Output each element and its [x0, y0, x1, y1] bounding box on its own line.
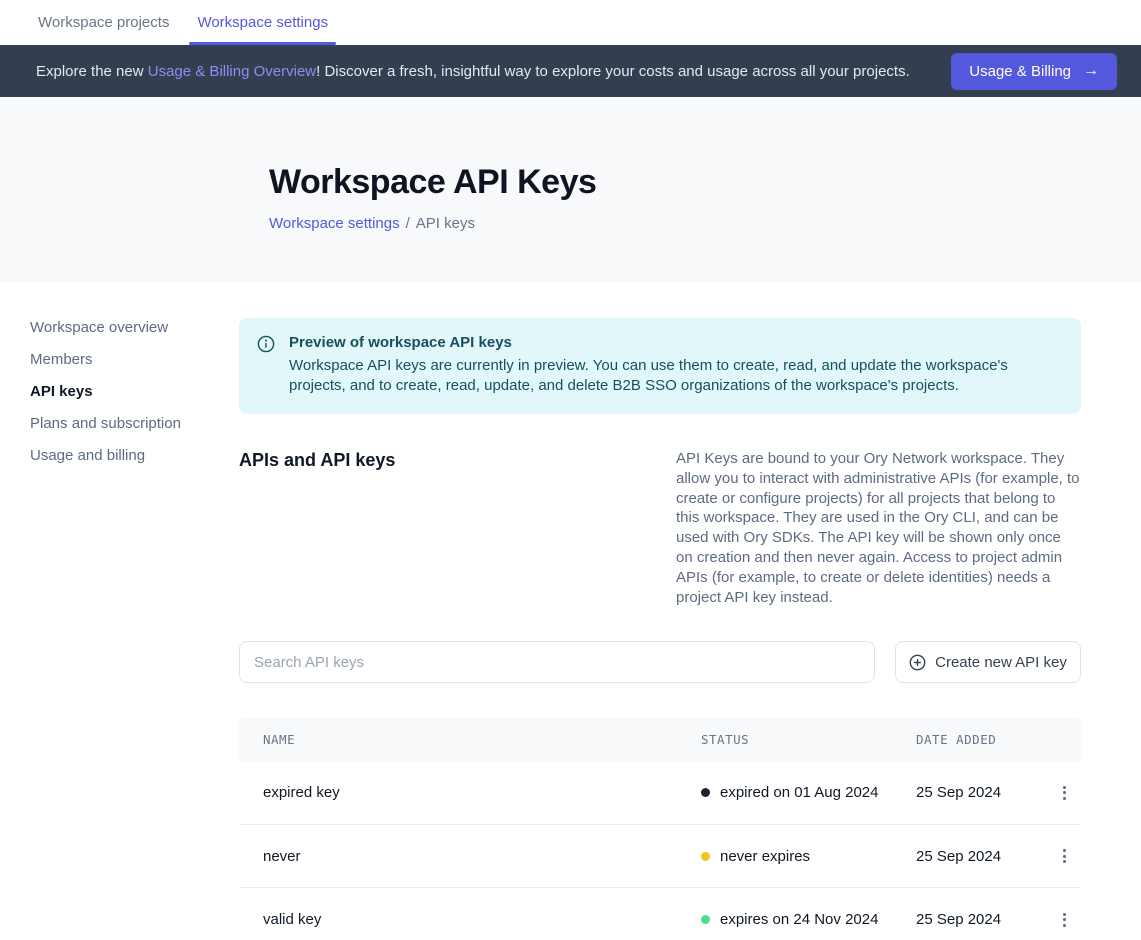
api-key-status-text: expires on 24 Nov 2024 [720, 911, 878, 928]
api-key-actions [1048, 780, 1081, 806]
breadcrumb-workspace-settings[interactable]: Workspace settings [269, 215, 400, 232]
promo-text-before: Explore the new [36, 63, 148, 80]
usage-billing-button[interactable]: Usage & Billing → [951, 53, 1117, 90]
main-content: Preview of workspace API keys Workspace … [239, 283, 1081, 940]
api-key-status-text: never expires [720, 848, 810, 865]
apis-section-description: API Keys are bound to your Ory Network w… [676, 449, 1081, 607]
preview-callout: Preview of workspace API keys Workspace … [239, 318, 1081, 414]
usage-billing-button-label: Usage & Billing [969, 63, 1071, 80]
body: Workspace overview Members API keys Plan… [0, 283, 1141, 940]
preview-callout-title: Preview of workspace API keys [289, 334, 1057, 351]
promo-banner: Explore the new Usage & Billing Overview… [0, 45, 1141, 97]
plus-circle-icon [909, 654, 926, 671]
api-keys-table: NAME STATUS DATE ADDED expired key expir… [239, 717, 1081, 940]
kebab-menu-icon[interactable] [1057, 780, 1072, 806]
breadcrumb-separator: / [406, 215, 410, 232]
apis-section-heading: APIs and API keys [239, 449, 676, 607]
api-key-date-added: 25 Sep 2024 [916, 911, 1048, 928]
breadcrumb: Workspace settings / API keys [269, 215, 1141, 232]
preview-callout-body: Workspace API keys are currently in prev… [289, 356, 1057, 396]
arrow-right-icon: → [1083, 63, 1099, 79]
api-key-status-text: expired on 01 Aug 2024 [720, 784, 878, 801]
top-tab-bar: Workspace projects Workspace settings [0, 0, 1141, 45]
api-key-date-added: 25 Sep 2024 [916, 784, 1048, 801]
api-key-status: expires on 24 Nov 2024 [701, 911, 916, 928]
column-header-date-added: DATE ADDED [916, 732, 1048, 747]
status-dot-icon [701, 788, 710, 797]
column-header-name: NAME [239, 732, 701, 747]
table-row: valid key expires on 24 Nov 2024 25 Sep … [239, 888, 1081, 940]
create-new-api-key-label: Create new API key [935, 654, 1067, 671]
api-key-name: valid key [239, 911, 701, 928]
search-input[interactable] [239, 641, 875, 683]
table-row: expired key expired on 01 Aug 2024 25 Se… [239, 761, 1081, 825]
page-title: Workspace API Keys [269, 163, 1141, 202]
usage-billing-overview-link[interactable]: Usage & Billing Overview [148, 63, 316, 80]
breadcrumb-current: API keys [416, 215, 475, 232]
settings-sidebar: Workspace overview Members API keys Plan… [0, 283, 239, 940]
create-new-api-key-button[interactable]: Create new API key [895, 641, 1081, 683]
table-header-row: NAME STATUS DATE ADDED [239, 717, 1081, 761]
kebab-menu-icon[interactable] [1057, 843, 1072, 869]
kebab-menu-icon[interactable] [1057, 907, 1072, 933]
column-header-status: STATUS [701, 732, 916, 747]
sidebar-item-members[interactable]: Members [30, 352, 239, 367]
status-dot-icon [701, 915, 710, 924]
sidebar-item-workspace-overview[interactable]: Workspace overview [30, 320, 239, 335]
info-circle-icon [257, 335, 275, 396]
api-key-actions [1048, 907, 1081, 933]
api-key-status: expired on 01 Aug 2024 [701, 784, 916, 801]
sidebar-item-plans-and-subscription[interactable]: Plans and subscription [30, 416, 239, 431]
tab-workspace-settings[interactable]: Workspace settings [195, 0, 330, 45]
api-key-date-added: 25 Sep 2024 [916, 848, 1048, 865]
sidebar-item-api-keys[interactable]: API keys [30, 384, 239, 399]
status-dot-icon [701, 852, 710, 861]
tab-workspace-projects[interactable]: Workspace projects [36, 0, 171, 45]
api-key-name: expired key [239, 784, 701, 801]
api-key-actions [1048, 843, 1081, 869]
preview-callout-content: Preview of workspace API keys Workspace … [289, 334, 1057, 396]
api-key-name: never [239, 848, 701, 865]
sidebar-item-usage-and-billing[interactable]: Usage and billing [30, 448, 239, 463]
api-keys-toolbar: Create new API key [239, 641, 1081, 683]
api-key-status: never expires [701, 848, 916, 865]
apis-section: APIs and API keys API Keys are bound to … [239, 449, 1081, 607]
page-header: Workspace API Keys Workspace settings / AP… [0, 97, 1141, 283]
table-row: never never expires 25 Sep 2024 [239, 825, 1081, 889]
promo-banner-text: Explore the new Usage & Billing Overview… [36, 63, 951, 80]
promo-text-after: ! Discover a fresh, insightful way to ex… [316, 63, 910, 80]
